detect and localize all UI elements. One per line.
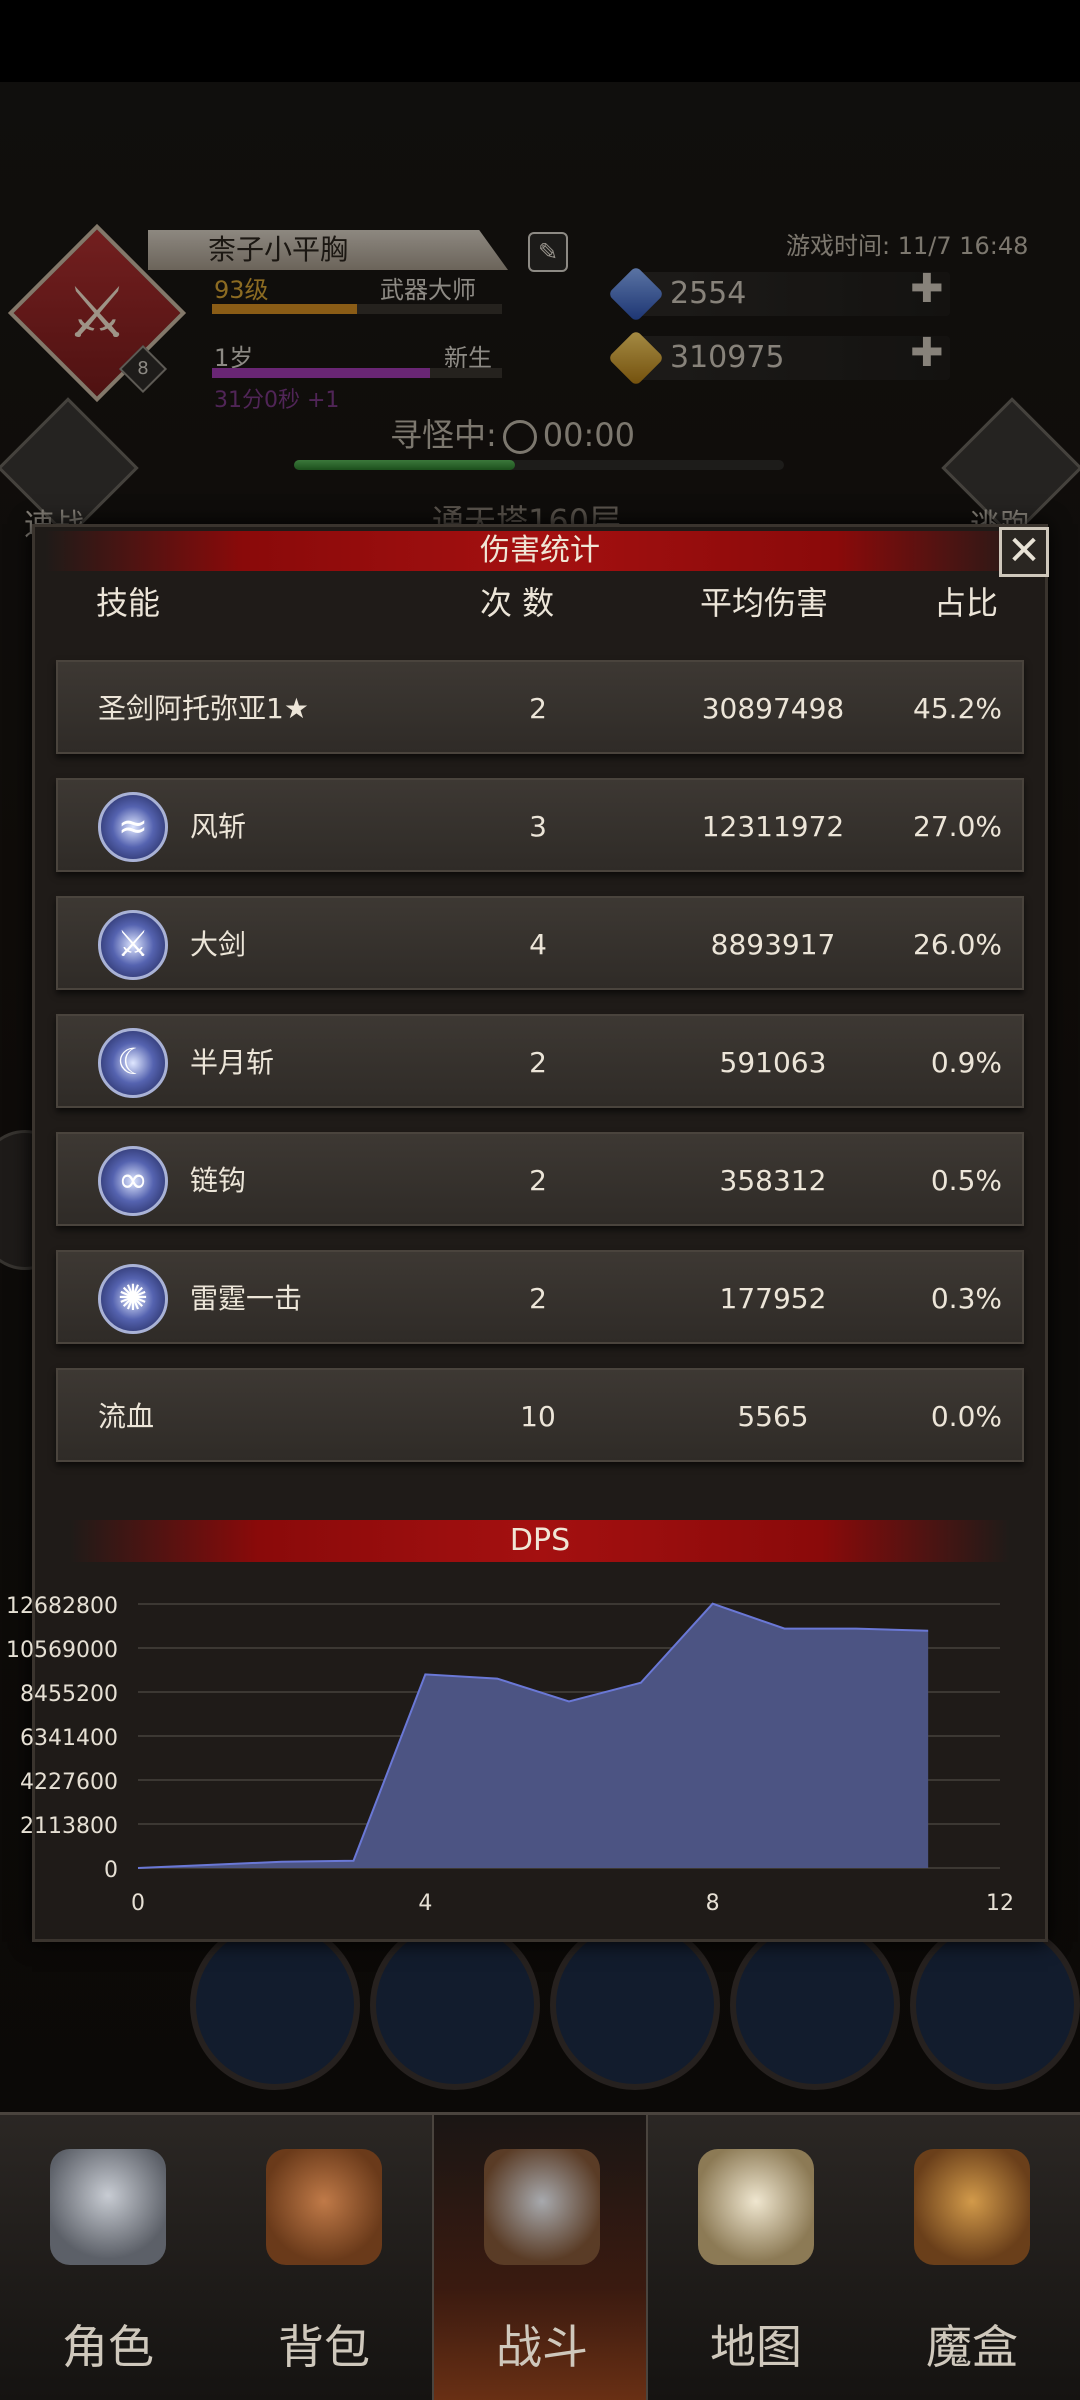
skill-count: 2 bbox=[529, 1164, 547, 1197]
dps-chart: 0 2113800 4227600 6341400 8455200 10569000 126… bbox=[6, 1594, 1014, 1916]
age-bar bbox=[212, 368, 502, 378]
skill-slot[interactable] bbox=[730, 1920, 900, 2090]
gems-value: 2554 bbox=[670, 276, 747, 311]
helmet-icon bbox=[50, 2149, 166, 2265]
x-tick-label: 4 bbox=[418, 1891, 432, 1916]
status-bar bbox=[0, 0, 1080, 82]
skill-slot[interactable] bbox=[370, 1920, 540, 2090]
column-skill: 技能 bbox=[96, 584, 161, 622]
skill-name: 圣剑阿托弥亚1★ bbox=[98, 692, 309, 725]
hunting-time: 00:00 bbox=[542, 416, 636, 454]
nav-item-map[interactable]: 地图 bbox=[648, 2115, 864, 2400]
skill-count: 3 bbox=[529, 810, 547, 843]
nav-label: 地图 bbox=[710, 2320, 802, 2374]
shield-sword-icon bbox=[484, 2149, 600, 2265]
skill-slot[interactable] bbox=[910, 1920, 1080, 2090]
backpack-icon bbox=[266, 2149, 382, 2265]
game-time: 游戏时间: 11/7 16:48 bbox=[786, 232, 1029, 260]
skill-avg-damage: 30897498 bbox=[701, 692, 845, 725]
x-tick-label: 0 bbox=[131, 1891, 145, 1916]
dps-title: DPS bbox=[509, 1523, 571, 1558]
y-tick-label: 2113800 bbox=[20, 1814, 118, 1839]
skill-name: 大剑 bbox=[190, 928, 247, 961]
table-row: ⚔ 大剑 4 8893917 26.0% bbox=[56, 896, 1024, 990]
nav-label: 魔盒 bbox=[926, 2320, 1018, 2374]
x-tick-label: 8 bbox=[706, 1891, 720, 1916]
player-name: 柰子小平胸 bbox=[148, 230, 508, 270]
skill-avg-damage: 177952 bbox=[719, 1282, 827, 1315]
x-tick-label: 12 bbox=[986, 1891, 1014, 1916]
hunting-status: 寻怪中: 00:00 bbox=[390, 410, 635, 456]
y-tick-label: 8455200 bbox=[20, 1682, 118, 1707]
table-row: ☾ 半月斩 2 591063 0.9% bbox=[56, 1014, 1024, 1108]
y-tick-label: 6341400 bbox=[20, 1726, 118, 1751]
exp-bar bbox=[212, 304, 502, 314]
nav-label: 战斗 bbox=[496, 2320, 588, 2374]
skill-percent: 0.3% bbox=[930, 1282, 1002, 1315]
modal-title: 伤害统计 bbox=[480, 533, 600, 568]
wind-slash-glyph: ≈ bbox=[117, 806, 149, 847]
bottom-nav: 角色 背包 战斗 地图 魔盒 bbox=[0, 2112, 1080, 2400]
age-timer: 31分0秒 +1 bbox=[214, 388, 340, 413]
nav-label: 角色 bbox=[62, 2320, 154, 2374]
thunder-strike-glyph: ✺ bbox=[117, 1278, 149, 1319]
skill-percent: 27.0% bbox=[913, 810, 1002, 843]
player-level: 93级 bbox=[214, 276, 269, 304]
skill-percent: 0.9% bbox=[930, 1046, 1002, 1079]
nav-label: 背包 bbox=[278, 2320, 370, 2374]
table-row: ✺ 雷霆一击 2 177952 0.3% bbox=[56, 1250, 1024, 1344]
skill-count: 2 bbox=[529, 692, 547, 725]
skill-percent: 26.0% bbox=[913, 928, 1002, 961]
skill-count: 2 bbox=[529, 1282, 547, 1315]
skill-slot[interactable] bbox=[190, 1920, 360, 2090]
skill-avg-damage: 8893917 bbox=[710, 928, 836, 961]
gold-value: 310975 bbox=[670, 340, 785, 375]
skill-count: 2 bbox=[529, 1046, 547, 1079]
skill-avg-damage: 5565 bbox=[737, 1400, 809, 1433]
table-row: 流血 10 5565 0.0% bbox=[56, 1368, 1024, 1462]
y-tick-label: 4227600 bbox=[20, 1770, 118, 1795]
skill-count: 4 bbox=[529, 928, 547, 961]
avatar-level-badge-text: 8 bbox=[137, 358, 149, 379]
skill-name: 半月斩 bbox=[190, 1046, 275, 1079]
skill-count: 10 bbox=[520, 1400, 556, 1433]
skill-percent: 0.5% bbox=[930, 1164, 1002, 1197]
table-row: ≈ 风斩 3 12311972 27.0% bbox=[56, 778, 1024, 872]
column-avg-damage: 平均伤害 bbox=[700, 584, 829, 622]
stopwatch-icon bbox=[502, 420, 537, 454]
column-count: 次 数 bbox=[480, 584, 555, 622]
skill-percent: 45.2% bbox=[913, 692, 1002, 725]
skill-avg-damage: 12311972 bbox=[701, 810, 845, 843]
y-tick-label: 10569000 bbox=[6, 1638, 118, 1663]
skill-name: 风斩 bbox=[190, 810, 247, 843]
scroll-map-icon bbox=[698, 2149, 814, 2265]
y-tick-label: 0 bbox=[104, 1858, 118, 1883]
nav-item-battle[interactable]: 战斗 bbox=[432, 2115, 648, 2400]
edit-name-icon[interactable]: ✎ bbox=[528, 232, 568, 272]
hunting-label: 寻怪中: bbox=[390, 416, 497, 454]
skill-avg-damage: 358312 bbox=[719, 1164, 827, 1197]
skill-slot[interactable] bbox=[550, 1920, 720, 2090]
skill-name: 雷霆一击 bbox=[190, 1282, 303, 1315]
skill-name: 流血 bbox=[98, 1400, 155, 1433]
column-percent: 占比 bbox=[934, 584, 999, 622]
y-tick-label: 12682800 bbox=[6, 1594, 118, 1619]
half-moon-glyph: ☾ bbox=[116, 1042, 150, 1083]
nav-item-backpack[interactable]: 背包 bbox=[216, 2115, 432, 2400]
hunting-progress bbox=[294, 460, 784, 470]
skill-percent: 0.0% bbox=[930, 1400, 1002, 1433]
skill-name: 链钩 bbox=[190, 1164, 247, 1197]
close-button[interactable]: ✕ bbox=[999, 527, 1049, 577]
table-row: 圣剑阿托弥亚1★ 2 30897498 45.2% bbox=[56, 660, 1024, 754]
add-gold-button[interactable]: ✚ bbox=[910, 330, 944, 376]
player-title: 武器大师 bbox=[380, 276, 476, 304]
nav-item-character[interactable]: 角色 bbox=[0, 2115, 216, 2400]
greatsword-glyph: ⚔ bbox=[116, 924, 150, 965]
table-row: ∞ 链钩 2 358312 0.5% bbox=[56, 1132, 1024, 1226]
add-gems-button[interactable]: ✚ bbox=[910, 266, 944, 312]
skill-avg-damage: 591063 bbox=[719, 1046, 827, 1079]
chain-hook-glyph: ∞ bbox=[118, 1160, 148, 1201]
magic-box-icon bbox=[914, 2149, 1030, 2265]
nav-item-magic-box[interactable]: 魔盒 bbox=[864, 2115, 1080, 2400]
